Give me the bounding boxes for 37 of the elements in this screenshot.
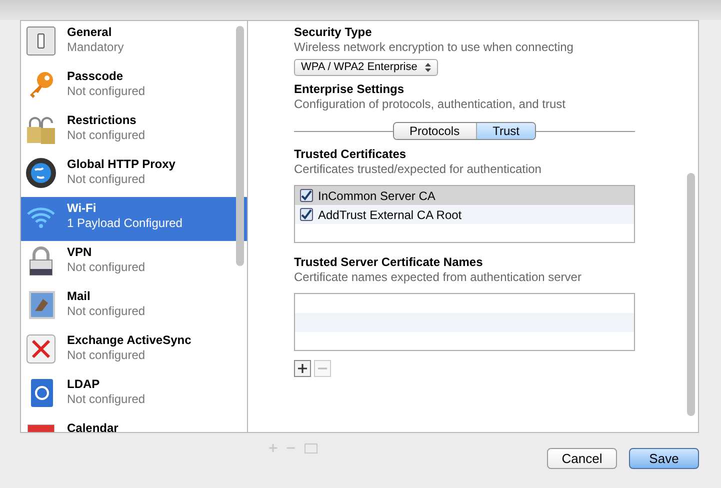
updown-arrows-icon [425, 63, 432, 72]
section-description: Certificates trusted/expected for authentication [294, 162, 542, 177]
segment-tab[interactable]: Trust [476, 123, 536, 139]
dialog-button[interactable]: Cancel [547, 448, 617, 469]
sidebar-item[interactable]: VPN Not configured [21, 241, 247, 285]
certificate-row[interactable]: InCommon Server CA [295, 186, 634, 205]
sidebar-item[interactable]: Global HTTP Proxy Not configured [21, 153, 247, 197]
add-button[interactable] [294, 360, 311, 377]
sidebar-item[interactable]: Exchange ActiveSync Not configured [21, 329, 247, 373]
section-title: Trusted Server Certificate Names [294, 255, 484, 270]
switch-icon [25, 25, 57, 57]
sidebar-item[interactable]: Calendar [21, 417, 247, 432]
security-type-dropdown[interactable]: WPA / WPA2 Enterprise [294, 59, 438, 76]
sidebar-item[interactable]: General Mandatory [21, 21, 247, 65]
section-title: Security Type [294, 25, 373, 40]
section-description: Configuration of protocols, authentication, and trust [294, 97, 566, 112]
section-description: Certificate names expected from authentication server [294, 270, 582, 285]
dialog-button[interactable]: Save [629, 448, 699, 469]
section-title: Trusted Certificates [294, 147, 408, 162]
sidebar-item[interactable]: Passcode Not configured [21, 65, 247, 109]
section-description: Wireless network encryption to use when connecting [294, 40, 574, 55]
section-title: Enterprise Settings [294, 82, 406, 97]
globe-icon [25, 157, 57, 189]
plus-icon [268, 443, 278, 453]
certificate-row[interactable]: AddTrust External CA Root [295, 205, 634, 224]
sidebar-item[interactable]: Mail Not configured [21, 285, 247, 329]
checkbox[interactable] [300, 208, 313, 221]
scrollbar[interactable] [236, 26, 244, 266]
exchange-icon [25, 333, 57, 365]
scrollbar[interactable] [687, 173, 695, 416]
segment-tab[interactable]: Protocols [394, 123, 476, 139]
window-icon [304, 443, 318, 454]
plus-icon [298, 364, 307, 373]
sidebar-item[interactable]: Wi-Fi 1 Payload Configured [21, 197, 247, 241]
checkbox[interactable] [300, 189, 313, 202]
sidebar-item[interactable]: Restrictions Not configured [21, 109, 247, 153]
sidebar-item[interactable]: LDAP Not configured [21, 373, 247, 417]
